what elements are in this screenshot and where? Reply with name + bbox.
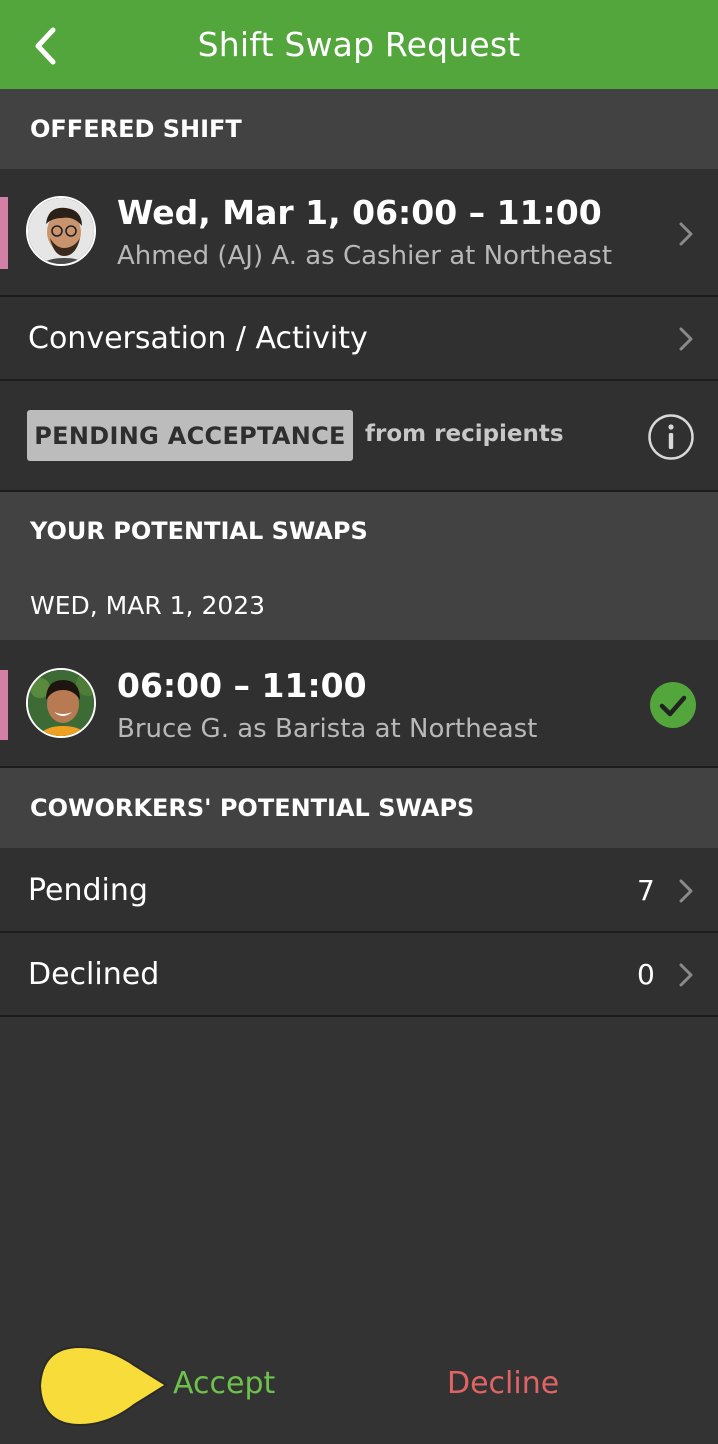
- pending-count: 7: [637, 874, 655, 907]
- pointer-marker-icon: [38, 1345, 168, 1427]
- coworkers-swaps-header: COWORKERS' POTENTIAL SWAPS: [0, 768, 718, 848]
- your-swaps-header: YOUR POTENTIAL SWAPS: [0, 492, 718, 570]
- shift-details: Ahmed (AJ) A. as Cashier at Northeast: [117, 241, 613, 271]
- conversation-activity-label: Conversation / Activity: [28, 321, 368, 356]
- info-icon[interactable]: [647, 413, 695, 461]
- pending-row[interactable]: Pending 7: [0, 848, 718, 933]
- declined-row[interactable]: Declined 0: [0, 933, 718, 1017]
- chevron-right-icon: [679, 222, 693, 246]
- check-circle-icon[interactable]: [649, 681, 697, 729]
- swap-details: Bruce G. as Barista at Northeast: [117, 714, 538, 744]
- avatar: [26, 668, 96, 738]
- shift-color-bar: [0, 670, 8, 740]
- pending-label: Pending: [28, 873, 148, 908]
- shift-color-bar: [0, 197, 8, 269]
- user-avatar-bruce: [28, 670, 94, 736]
- chevron-right-icon: [679, 879, 693, 903]
- chevron-right-icon: [679, 963, 693, 987]
- declined-count: 0: [637, 958, 655, 991]
- chevron-right-icon: [679, 327, 693, 351]
- swap-date-label: WED, MAR 1, 2023: [0, 570, 718, 640]
- app-header: Shift Swap Request: [0, 0, 718, 89]
- declined-label: Declined: [28, 957, 160, 992]
- swap-time: 06:00 – 11:00: [117, 666, 367, 705]
- offered-shift-row[interactable]: Wed, Mar 1, 06:00 – 11:00 Ahmed (AJ) A. …: [0, 169, 718, 297]
- offered-shift-header: OFFERED SHIFT: [0, 89, 718, 169]
- status-suffix: from recipients: [365, 421, 564, 447]
- avatar: [26, 196, 96, 266]
- swap-item-row[interactable]: 06:00 – 11:00 Bruce G. as Barista at Nor…: [0, 640, 718, 768]
- shift-time: Wed, Mar 1, 06:00 – 11:00: [117, 193, 602, 232]
- decline-button[interactable]: Decline: [447, 1366, 559, 1401]
- user-avatar-ahmed: [28, 198, 94, 264]
- back-button[interactable]: [26, 26, 66, 66]
- status-badge: PENDING ACCEPTANCE: [27, 410, 353, 461]
- conversation-activity-row[interactable]: Conversation / Activity: [0, 297, 718, 381]
- accept-button[interactable]: Accept: [173, 1366, 275, 1401]
- chevron-left-icon: [35, 27, 56, 65]
- page-title: Shift Swap Request: [197, 25, 521, 64]
